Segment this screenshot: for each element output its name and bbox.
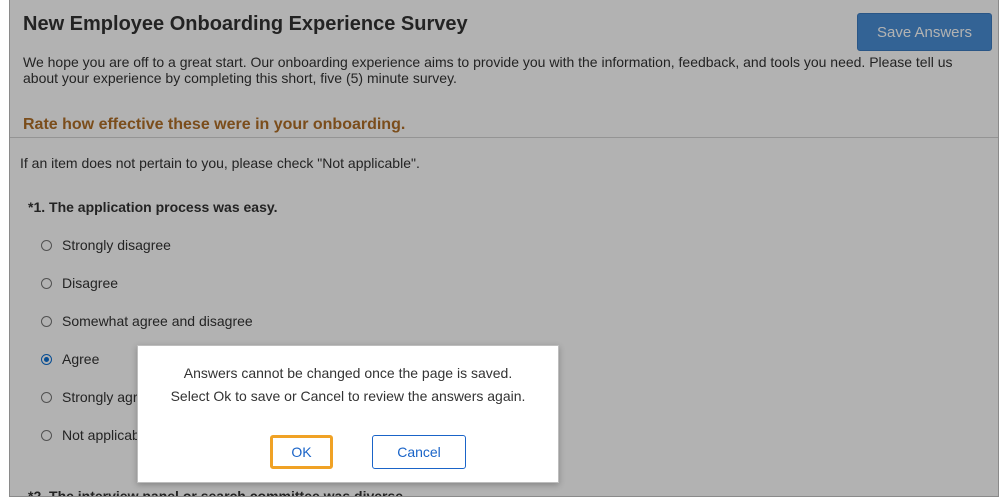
confirm-save-dialog: Answers cannot be changed once the page … (137, 345, 559, 483)
survey-frame: New Employee Onboarding Experience Surve… (9, 0, 999, 497)
dialog-message: Answers cannot be changed once the page … (138, 362, 558, 408)
dialog-message-line-2: Select Ok to save or Cancel to review th… (170, 388, 526, 404)
ok-button[interactable]: OK (270, 435, 333, 469)
dialog-message-line-1: Answers cannot be changed once the page … (183, 365, 513, 381)
cancel-button[interactable]: Cancel (372, 435, 466, 469)
